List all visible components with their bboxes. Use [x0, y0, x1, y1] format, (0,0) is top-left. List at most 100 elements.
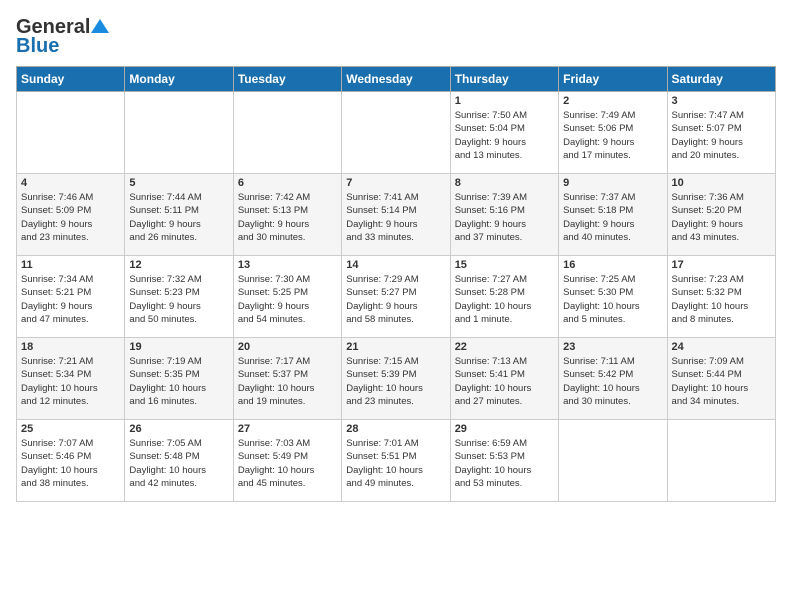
- calendar-cell: 3 Sunrise: 7:47 AM Sunset: 5:07 PM Daylig…: [667, 92, 775, 174]
- calendar-cell: 25 Sunrise: 7:07 AM Sunset: 5:46 PM Dayli…: [17, 420, 125, 502]
- day-info: Sunrise: 7:29 AM Sunset: 5:27 PM Dayligh…: [346, 273, 445, 326]
- day-number: 27: [238, 423, 337, 435]
- day-info: Sunrise: 7:15 AM Sunset: 5:39 PM Dayligh…: [346, 355, 445, 408]
- calendar-header-sunday: Sunday: [17, 67, 125, 92]
- day-number: 5: [129, 177, 228, 189]
- day-info: Sunrise: 7:47 AM Sunset: 5:07 PM Dayligh…: [672, 109, 771, 162]
- calendar-header-wednesday: Wednesday: [342, 67, 450, 92]
- calendar-cell: 10 Sunrise: 7:36 AM Sunset: 5:20 PM Dayli…: [667, 174, 775, 256]
- day-number: 8: [455, 177, 554, 189]
- calendar-cell: 28 Sunrise: 7:01 AM Sunset: 5:51 PM Dayli…: [342, 420, 450, 502]
- day-number: 12: [129, 259, 228, 271]
- calendar-cell: 4Sunrise: 7:46 AM Sunset: 5:09 PM Daylig…: [17, 174, 125, 256]
- calendar-header-friday: Friday: [559, 67, 667, 92]
- calendar-cell: 9 Sunrise: 7:37 AM Sunset: 5:18 PM Daylig…: [559, 174, 667, 256]
- calendar-cell: [125, 92, 233, 174]
- calendar-table: SundayMondayTuesdayWednesdayThursdayFrid…: [16, 66, 776, 502]
- calendar-header-saturday: Saturday: [667, 67, 775, 92]
- day-number: 4: [21, 177, 120, 189]
- calendar-cell: 7 Sunrise: 7:41 AM Sunset: 5:14 PM Daylig…: [342, 174, 450, 256]
- day-number: 17: [672, 259, 771, 271]
- calendar-cell: 1 Sunrise: 7:50 AM Sunset: 5:04 PM Daylig…: [450, 92, 558, 174]
- calendar-week-1: 4Sunrise: 7:46 AM Sunset: 5:09 PM Daylig…: [17, 174, 776, 256]
- day-number: 20: [238, 341, 337, 353]
- day-info: Sunrise: 7:11 AM Sunset: 5:42 PM Dayligh…: [563, 355, 662, 408]
- day-info: Sunrise: 7:34 AM Sunset: 5:21 PM Dayligh…: [21, 273, 120, 326]
- calendar-header-tuesday: Tuesday: [233, 67, 341, 92]
- day-number: 19: [129, 341, 228, 353]
- day-info: Sunrise: 7:41 AM Sunset: 5:14 PM Dayligh…: [346, 191, 445, 244]
- day-info: Sunrise: 7:49 AM Sunset: 5:06 PM Dayligh…: [563, 109, 662, 162]
- day-number: 6: [238, 177, 337, 189]
- day-number: 13: [238, 259, 337, 271]
- calendar-cell: 6Sunrise: 7:42 AM Sunset: 5:13 PM Daylig…: [233, 174, 341, 256]
- calendar-cell: 18Sunrise: 7:21 AM Sunset: 5:34 PM Dayli…: [17, 338, 125, 420]
- day-number: 10: [672, 177, 771, 189]
- day-info: Sunrise: 7:05 AM Sunset: 5:48 PM Dayligh…: [129, 437, 228, 490]
- day-info: Sunrise: 7:09 AM Sunset: 5:44 PM Dayligh…: [672, 355, 771, 408]
- day-number: 16: [563, 259, 662, 271]
- calendar-cell: 8 Sunrise: 7:39 AM Sunset: 5:16 PM Daylig…: [450, 174, 558, 256]
- calendar-cell: 13Sunrise: 7:30 AM Sunset: 5:25 PM Dayli…: [233, 256, 341, 338]
- day-number: 25: [21, 423, 120, 435]
- calendar-cell: 14 Sunrise: 7:29 AM Sunset: 5:27 PM Dayli…: [342, 256, 450, 338]
- calendar-cell: [233, 92, 341, 174]
- day-info: Sunrise: 7:13 AM Sunset: 5:41 PM Dayligh…: [455, 355, 554, 408]
- day-number: 14: [346, 259, 445, 271]
- calendar-cell: 19 Sunrise: 7:19 AM Sunset: 5:35 PM Dayli…: [125, 338, 233, 420]
- calendar-week-0: 1 Sunrise: 7:50 AM Sunset: 5:04 PM Daylig…: [17, 92, 776, 174]
- day-info: Sunrise: 7:03 AM Sunset: 5:49 PM Dayligh…: [238, 437, 337, 490]
- day-info: Sunrise: 7:25 AM Sunset: 5:30 PM Dayligh…: [563, 273, 662, 326]
- day-info: Sunrise: 7:07 AM Sunset: 5:46 PM Dayligh…: [21, 437, 120, 490]
- day-info: Sunrise: 7:39 AM Sunset: 5:16 PM Dayligh…: [455, 191, 554, 244]
- calendar-cell: 27 Sunrise: 7:03 AM Sunset: 5:49 PM Dayli…: [233, 420, 341, 502]
- calendar-cell: 22Sunrise: 7:13 AM Sunset: 5:41 PM Dayli…: [450, 338, 558, 420]
- calendar-cell: 24 Sunrise: 7:09 AM Sunset: 5:44 PM Dayli…: [667, 338, 775, 420]
- page: General Blue SundayMondayTuesdayWednesda…: [0, 0, 792, 612]
- calendar-cell: 2Sunrise: 7:49 AM Sunset: 5:06 PM Daylig…: [559, 92, 667, 174]
- logo-blue: Blue: [16, 35, 59, 58]
- header: General Blue: [16, 16, 776, 58]
- day-number: 9: [563, 177, 662, 189]
- day-number: 11: [21, 259, 120, 271]
- calendar-cell: 23 Sunrise: 7:11 AM Sunset: 5:42 PM Dayli…: [559, 338, 667, 420]
- day-info: Sunrise: 7:01 AM Sunset: 5:51 PM Dayligh…: [346, 437, 445, 490]
- day-info: Sunrise: 7:23 AM Sunset: 5:32 PM Dayligh…: [672, 273, 771, 326]
- calendar-week-3: 18Sunrise: 7:21 AM Sunset: 5:34 PM Dayli…: [17, 338, 776, 420]
- day-info: Sunrise: 7:50 AM Sunset: 5:04 PM Dayligh…: [455, 109, 554, 162]
- day-number: 7: [346, 177, 445, 189]
- day-number: 21: [346, 341, 445, 353]
- day-info: Sunrise: 7:44 AM Sunset: 5:11 PM Dayligh…: [129, 191, 228, 244]
- calendar-week-2: 11 Sunrise: 7:34 AM Sunset: 5:21 PM Dayli…: [17, 256, 776, 338]
- day-info: Sunrise: 7:19 AM Sunset: 5:35 PM Dayligh…: [129, 355, 228, 408]
- day-number: 29: [455, 423, 554, 435]
- day-number: 1: [455, 95, 554, 107]
- calendar-cell: 16 Sunrise: 7:25 AM Sunset: 5:30 PM Dayli…: [559, 256, 667, 338]
- day-number: 18: [21, 341, 120, 353]
- day-number: 28: [346, 423, 445, 435]
- logo: General Blue: [16, 16, 109, 58]
- day-info: Sunrise: 7:36 AM Sunset: 5:20 PM Dayligh…: [672, 191, 771, 244]
- calendar-header-monday: Monday: [125, 67, 233, 92]
- calendar-cell: 12 Sunrise: 7:32 AM Sunset: 5:23 PM Dayli…: [125, 256, 233, 338]
- day-info: Sunrise: 7:17 AM Sunset: 5:37 PM Dayligh…: [238, 355, 337, 408]
- calendar-cell: 26 Sunrise: 7:05 AM Sunset: 5:48 PM Dayli…: [125, 420, 233, 502]
- day-info: Sunrise: 7:32 AM Sunset: 5:23 PM Dayligh…: [129, 273, 228, 326]
- day-number: 3: [672, 95, 771, 107]
- calendar-week-4: 25 Sunrise: 7:07 AM Sunset: 5:46 PM Dayli…: [17, 420, 776, 502]
- calendar-cell: [17, 92, 125, 174]
- calendar-cell: 21 Sunrise: 7:15 AM Sunset: 5:39 PM Dayli…: [342, 338, 450, 420]
- day-number: 23: [563, 341, 662, 353]
- day-info: Sunrise: 7:27 AM Sunset: 5:28 PM Dayligh…: [455, 273, 554, 326]
- day-info: Sunrise: 6:59 AM Sunset: 5:53 PM Dayligh…: [455, 437, 554, 490]
- calendar-cell: 29 Sunrise: 6:59 AM Sunset: 5:53 PM Dayli…: [450, 420, 558, 502]
- day-info: Sunrise: 7:37 AM Sunset: 5:18 PM Dayligh…: [563, 191, 662, 244]
- calendar-cell: 15 Sunrise: 7:27 AM Sunset: 5:28 PM Dayli…: [450, 256, 558, 338]
- day-number: 24: [672, 341, 771, 353]
- calendar-cell: [667, 420, 775, 502]
- calendar-cell: 5 Sunrise: 7:44 AM Sunset: 5:11 PM Daylig…: [125, 174, 233, 256]
- day-number: 15: [455, 259, 554, 271]
- calendar-cell: [342, 92, 450, 174]
- logo-icon: [91, 17, 109, 35]
- day-number: 26: [129, 423, 228, 435]
